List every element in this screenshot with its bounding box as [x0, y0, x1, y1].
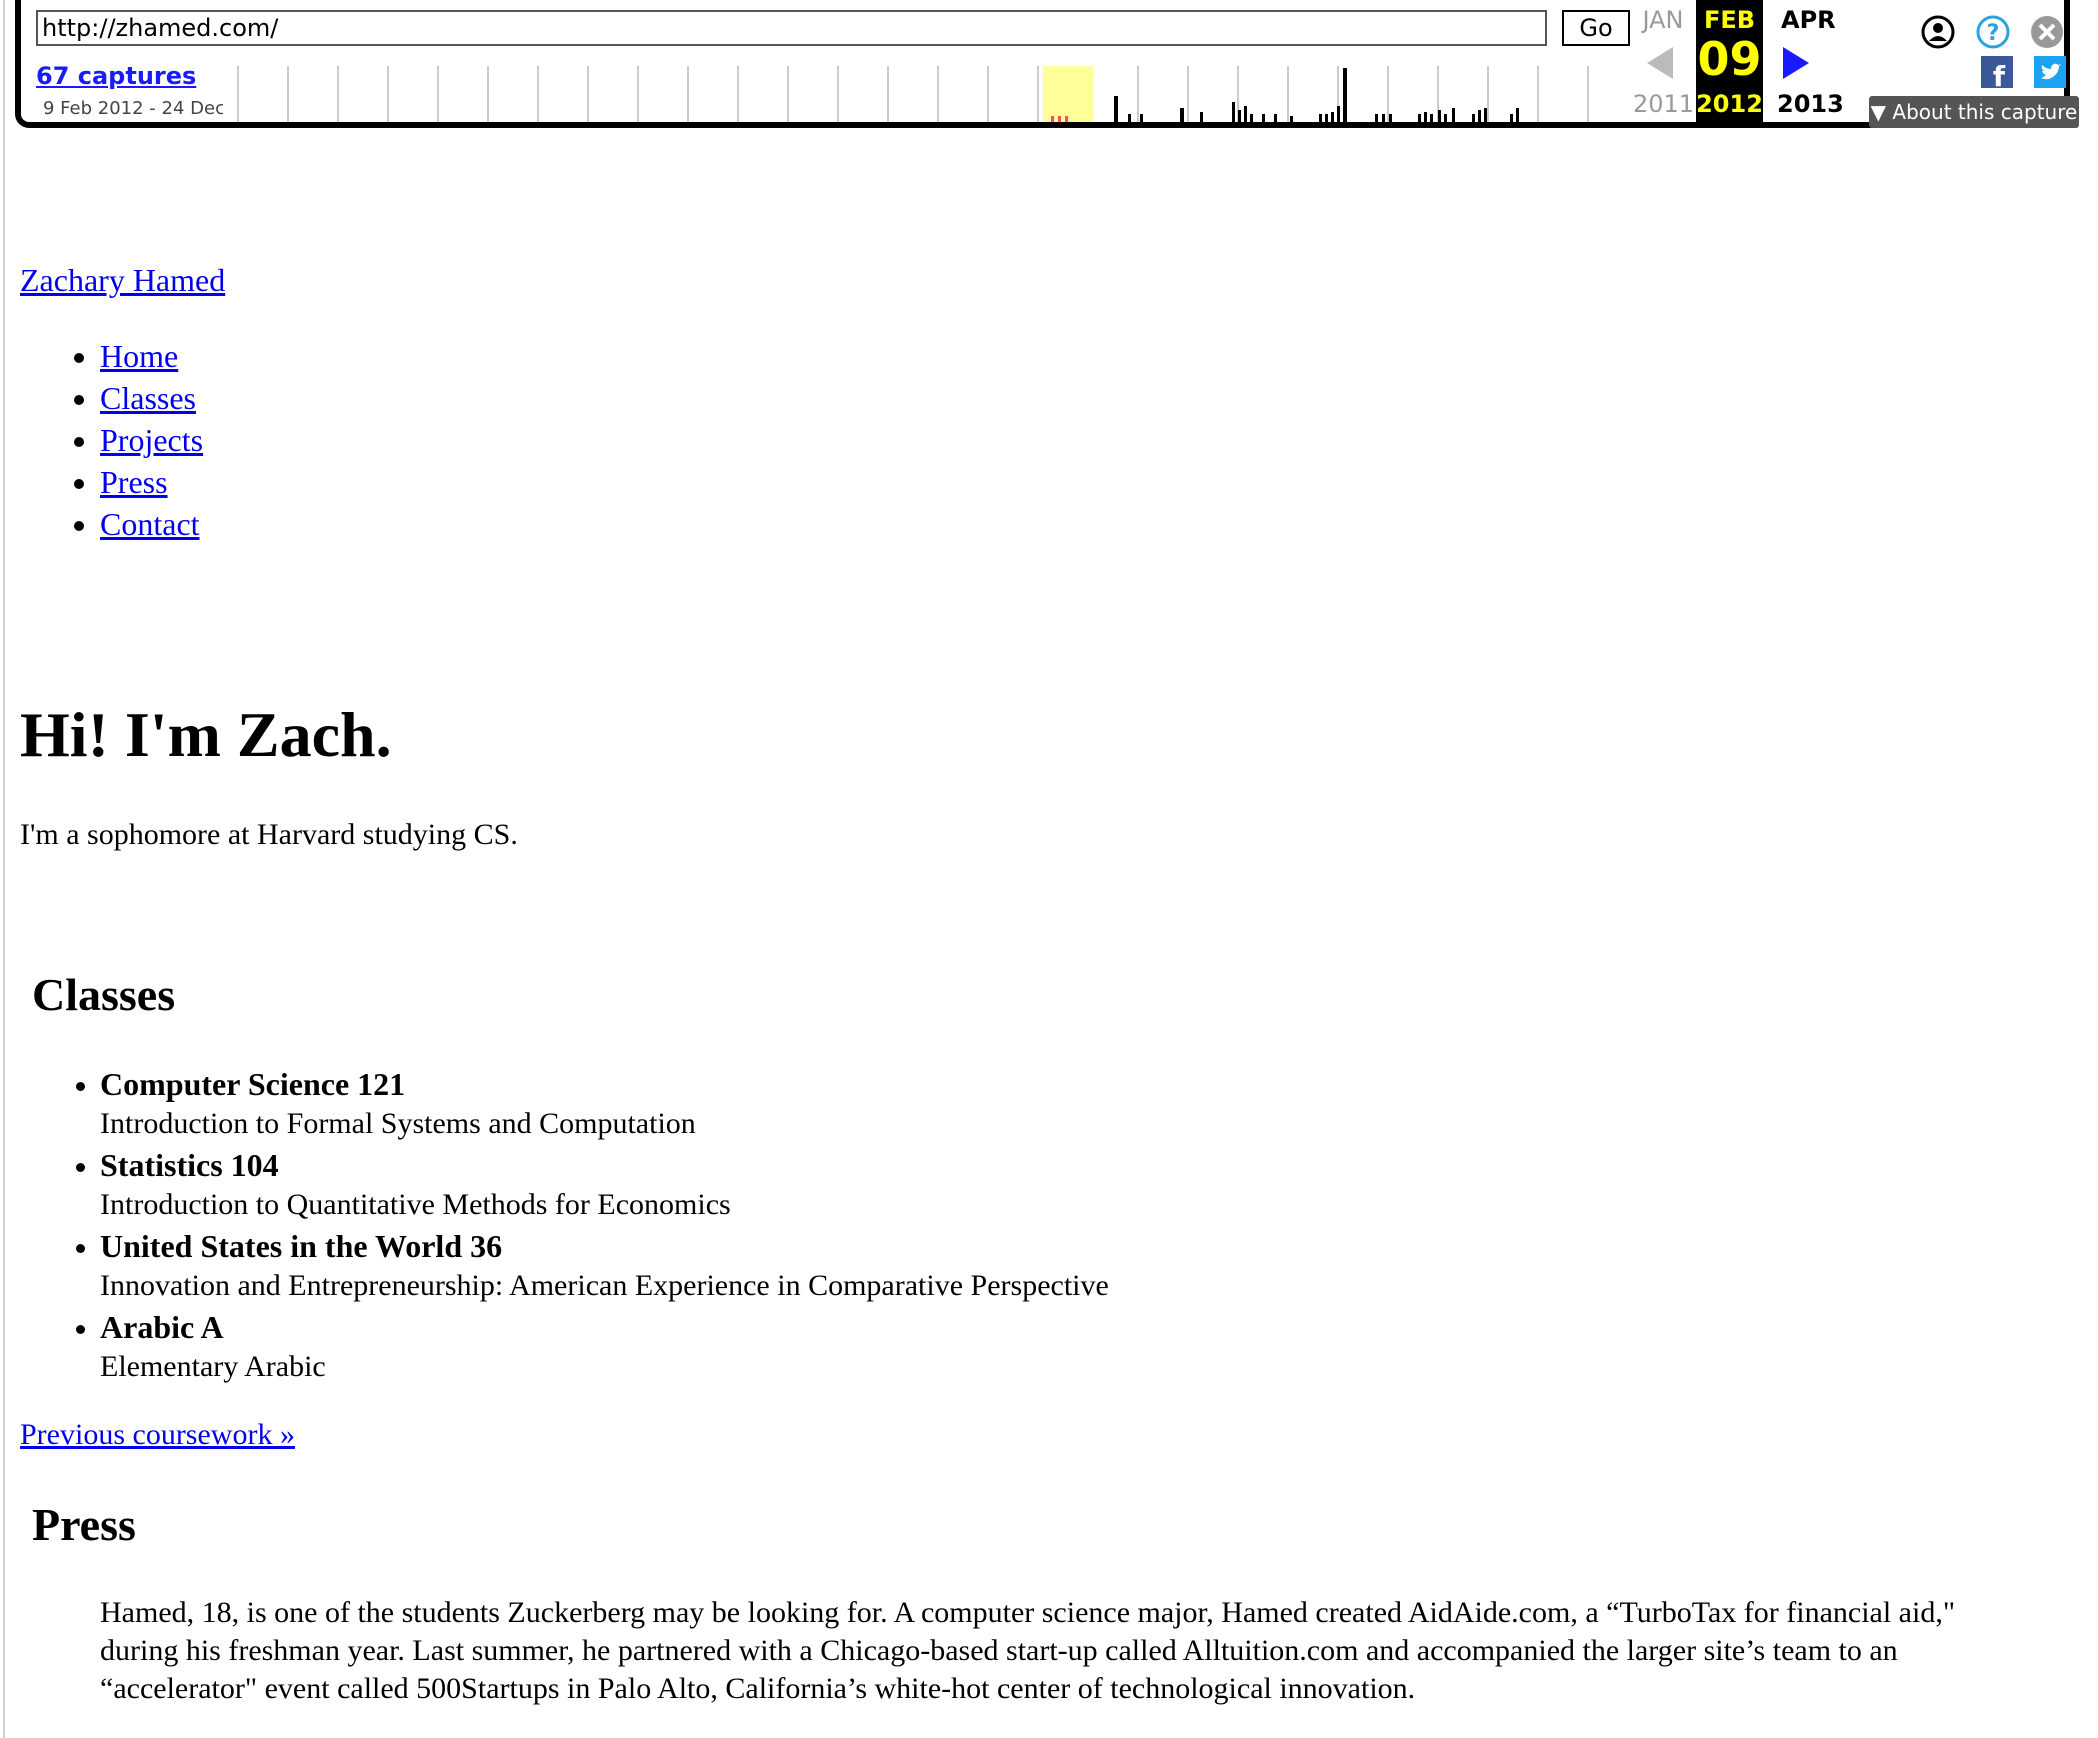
current-month: FEB 09 2012 — [1696, 0, 1763, 122]
previous-coursework-link[interactable]: Previous coursework » — [20, 1418, 295, 1452]
nav-link-classes[interactable]: Classes — [100, 380, 196, 416]
class-name: Arabic A — [100, 1309, 224, 1345]
site-title-link[interactable]: Zachary Hamed — [20, 262, 225, 299]
capture-date-range: 9 Feb 2012 - 24 Dec — [43, 98, 223, 119]
nav-link-home[interactable]: Home — [100, 338, 178, 374]
help-icon[interactable]: ? — [1975, 14, 2011, 50]
prev-month-label: JAN — [1642, 6, 1684, 34]
svg-text:?: ? — [1987, 21, 2000, 46]
twitter-icon[interactable] — [2034, 56, 2066, 88]
class-description: Elementary Arabic — [100, 1350, 326, 1383]
next-month[interactable]: APR 2013 — [1771, 0, 1844, 118]
close-icon[interactable] — [2029, 14, 2065, 50]
capture-sparkline[interactable] — [228, 66, 1593, 122]
class-description: Introduction to Quantitative Methods for… — [100, 1188, 731, 1221]
nav-item-home: Home — [100, 335, 203, 377]
class-name: United States in the World 36 — [100, 1228, 503, 1264]
class-item: Arabic A Elementary Arabic — [100, 1308, 1109, 1386]
wayback-toolbar: Go 67 captures 9 Feb 2012 - 24 Dec — [15, 0, 2079, 128]
prev-month[interactable]: JAN 2011 — [1633, 0, 1694, 118]
current-day: 09 — [1697, 32, 1762, 86]
facebook-icon[interactable]: f — [1981, 56, 2013, 88]
nav-link-contact[interactable]: Contact — [100, 506, 200, 542]
current-year-label: 2012 — [1696, 90, 1763, 118]
nav-link-press[interactable]: Press — [100, 464, 168, 500]
about-capture-label: About this capture — [1892, 100, 2078, 124]
user-icon[interactable] — [1920, 14, 1956, 50]
go-button[interactable]: Go — [1562, 10, 1630, 46]
prev-year-label: 2011 — [1633, 90, 1695, 118]
class-item: United States in the World 36 Innovation… — [100, 1227, 1109, 1305]
triangle-down-icon: ▼ — [1870, 100, 1887, 124]
intro-text: I'm a sophomore at Harvard studying CS. — [20, 818, 518, 851]
next-capture-arrow-icon[interactable] — [1783, 47, 1809, 79]
main-nav: Home Classes Projects Press Contact — [0, 335, 203, 545]
current-month-label: FEB — [1703, 6, 1756, 34]
class-item: Computer Science 121 Introduction to For… — [100, 1065, 1109, 1143]
nav-item-press: Press — [100, 461, 203, 503]
class-name: Computer Science 121 — [100, 1066, 406, 1102]
class-description: Introduction to Formal Systems and Compu… — [100, 1107, 696, 1140]
hero-heading: Hi! I'm Zach. — [20, 699, 392, 770]
class-description: Innovation and Entrepreneurship: America… — [100, 1269, 1109, 1302]
captures-link[interactable]: 67 captures — [36, 62, 196, 90]
press-heading: Press — [32, 1499, 136, 1550]
about-capture-button[interactable]: ▼ About this capture — [1869, 96, 2079, 128]
class-item: Statistics 104 Introduction to Quantitat… — [100, 1146, 1109, 1224]
next-year-label: 2013 — [1777, 90, 1844, 118]
next-month-label: APR — [1781, 6, 1836, 34]
nav-item-projects: Projects — [100, 419, 203, 461]
svg-text:f: f — [1993, 60, 2006, 88]
url-input[interactable] — [36, 10, 1547, 46]
nav-item-contact: Contact — [100, 503, 203, 545]
page-left-border — [3, 0, 5, 1738]
classes-list: Computer Science 121 Introduction to For… — [0, 1065, 1109, 1389]
prev-capture-arrow-icon[interactable] — [1647, 47, 1673, 79]
nav-item-classes: Classes — [100, 377, 203, 419]
class-name: Statistics 104 — [100, 1147, 279, 1183]
nav-link-projects[interactable]: Projects — [100, 422, 203, 458]
classes-heading: Classes — [32, 969, 176, 1020]
press-quote: Hamed, 18, is one of the students Zucker… — [100, 1596, 1956, 1705]
